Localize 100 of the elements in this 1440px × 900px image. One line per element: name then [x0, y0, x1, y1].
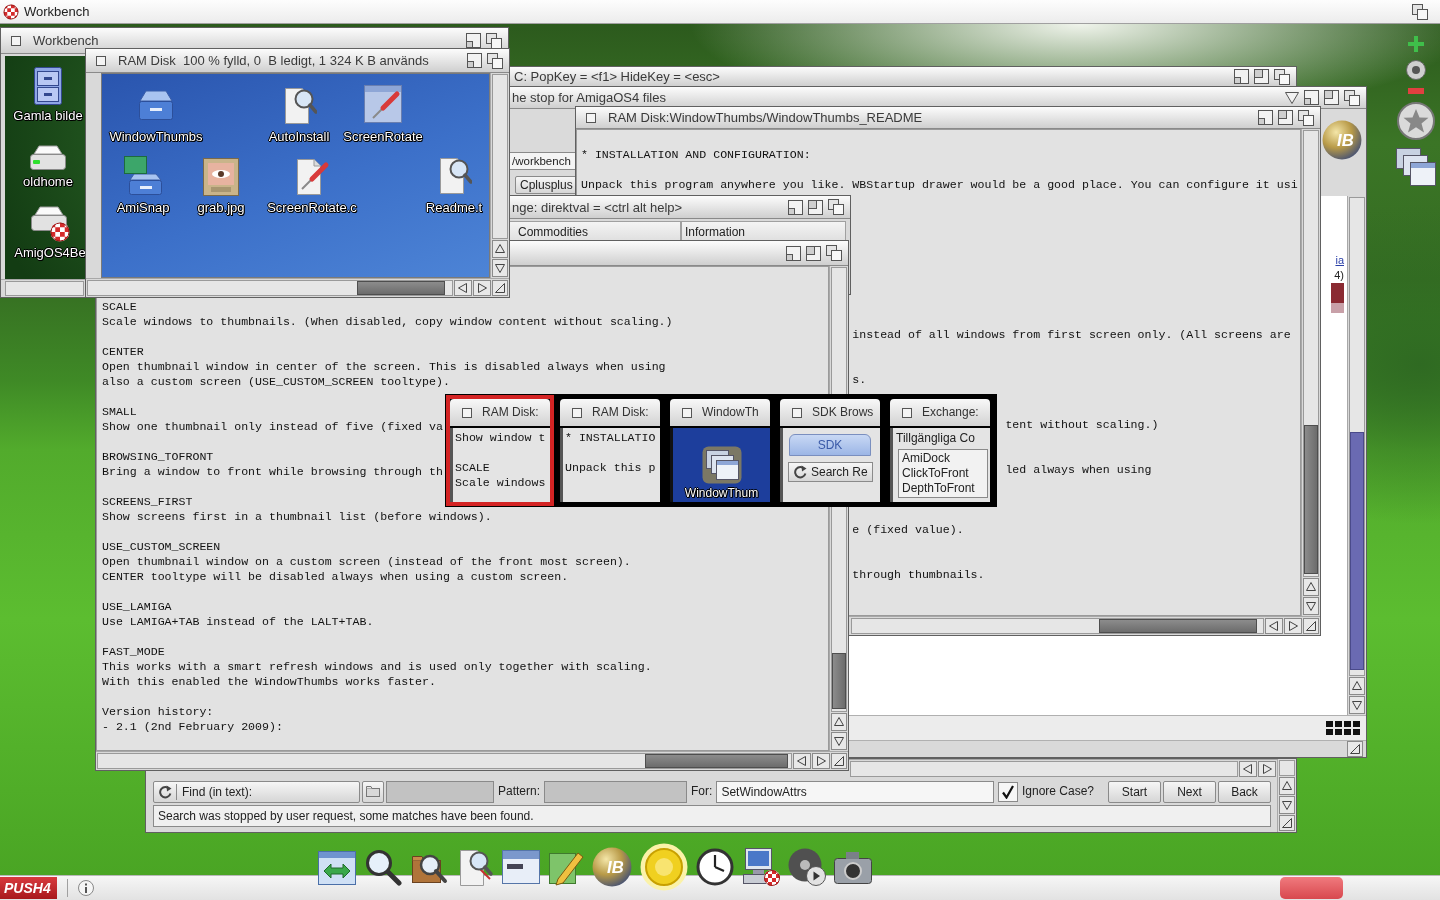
zoom-icon[interactable]	[1254, 69, 1269, 84]
iconify-icon[interactable]	[1258, 110, 1273, 125]
depth-icon[interactable]	[1298, 109, 1314, 126]
scrollbar-knob[interactable]	[357, 281, 445, 295]
iconify-icon[interactable]	[786, 245, 801, 261]
depth-icon[interactable]	[487, 52, 503, 69]
depth-icon[interactable]	[1344, 89, 1360, 106]
scroll-right-icon[interactable]	[1258, 761, 1276, 777]
media-disc-icon[interactable]	[788, 848, 826, 886]
icon-label[interactable]: AmiSnap	[116, 201, 170, 215]
scroll-left-icon[interactable]	[1239, 761, 1257, 777]
column-header[interactable]: Information	[681, 221, 846, 243]
search-field[interactable]: SetWindowAttrs	[716, 780, 994, 803]
scroll-up-icon[interactable]	[1303, 578, 1319, 596]
scrollbar-knob[interactable]	[645, 754, 788, 768]
zoom-icon[interactable]	[1324, 90, 1339, 105]
iconify-icon[interactable]	[467, 53, 482, 68]
scroll-down-icon[interactable]	[1279, 796, 1295, 814]
icon-label[interactable]: AmigOS4Be	[14, 246, 86, 260]
zoom-icon[interactable]	[806, 245, 821, 261]
drive-icon[interactable]	[30, 206, 70, 242]
iconify-icon[interactable]	[1304, 90, 1319, 105]
link[interactable]: ia	[1335, 253, 1344, 267]
close-icon[interactable]	[96, 55, 106, 66]
icon-label[interactable]: grab.jpg	[197, 201, 245, 215]
cycle-button[interactable]: Find (in text):	[153, 780, 360, 803]
resize-icon[interactable]	[1347, 741, 1363, 757]
depth-icon[interactable]	[826, 245, 842, 261]
dropdown-icon[interactable]	[1285, 91, 1299, 104]
clock-icon[interactable]	[696, 848, 734, 886]
scroll-right-icon[interactable]	[473, 280, 491, 296]
back-button[interactable]: Back	[1218, 780, 1271, 803]
zoom-icon[interactable]	[1278, 110, 1293, 125]
horizontal-scrollbar[interactable]	[5, 281, 84, 296]
vertical-scrollbar[interactable]	[492, 74, 508, 239]
scrollbar-knob[interactable]	[1098, 619, 1257, 633]
taskbar-logo[interactable]: PUSH4	[0, 877, 57, 899]
scroll-left-icon[interactable]	[1265, 618, 1283, 634]
horizontal-scrollbar[interactable]	[97, 753, 792, 769]
scroll-up-icon[interactable]	[831, 713, 847, 731]
image-file-icon[interactable]	[203, 158, 239, 196]
plus-icon[interactable]	[1408, 36, 1424, 52]
close-icon[interactable]	[586, 112, 596, 123]
shell-window-icon[interactable]	[502, 850, 540, 884]
scroll-up-icon[interactable]	[1349, 677, 1365, 695]
icon-label[interactable]: oldhome	[23, 175, 73, 189]
scroll-up-icon[interactable]	[1279, 777, 1295, 795]
scroll-down-icon[interactable]	[1349, 696, 1365, 714]
window-screwdriver-icon[interactable]	[364, 85, 402, 123]
scroll-left-icon[interactable]	[793, 753, 811, 769]
search-icon[interactable]	[364, 848, 402, 886]
iconify-icon[interactable]	[788, 199, 803, 215]
resize-icon[interactable]	[1303, 618, 1319, 634]
icon-label[interactable]: Gamla bilde	[13, 109, 83, 123]
resize-icon[interactable]	[831, 753, 847, 769]
file-button[interactable]	[362, 780, 384, 803]
horizontal-scrollbar[interactable]	[850, 761, 1238, 777]
info-icon[interactable]	[77, 880, 94, 896]
depth-icon[interactable]	[486, 32, 502, 49]
scroll-down-icon[interactable]	[492, 259, 508, 277]
icon-label[interactable]: Readme.t	[425, 201, 483, 215]
window-thumbnail[interactable]: RAM Disk: Show window t SCALE Scale windows	[446, 395, 554, 506]
scrollbar-knob[interactable]	[1350, 431, 1364, 671]
disc-icon[interactable]	[1406, 60, 1426, 80]
depth-icon[interactable]	[1412, 3, 1428, 20]
window-arrows-icon[interactable]	[318, 849, 356, 885]
resize-icon[interactable]	[1279, 815, 1295, 831]
depth-icon[interactable]	[1274, 68, 1290, 85]
column-header[interactable]: Commodities	[509, 221, 681, 243]
glowing-disc-icon[interactable]	[640, 843, 688, 891]
scroll-right-icon[interactable]	[812, 753, 830, 769]
horizontal-scrollbar[interactable]	[87, 280, 453, 296]
scrollbar-knob[interactable]	[1304, 424, 1318, 574]
icon-label[interactable]: ScreenRotate.c	[267, 201, 357, 215]
iconify-icon[interactable]	[1234, 69, 1249, 84]
hotlist-button[interactable]: Cplusplus	[515, 176, 578, 194]
scroll-down-icon[interactable]	[831, 732, 847, 750]
camera-icon[interactable]	[834, 850, 872, 884]
checkbox[interactable]	[997, 781, 1018, 802]
scroll-right-icon[interactable]	[1284, 618, 1302, 634]
icon-label[interactable]: WindowThumbs	[109, 130, 203, 144]
scroll-down-icon[interactable]	[1303, 597, 1319, 615]
scroll-up-icon[interactable]	[492, 240, 508, 258]
drawer-icon[interactable]	[124, 156, 162, 196]
drawer-icon[interactable]	[138, 89, 174, 121]
vertical-scrollbar[interactable]	[1349, 197, 1365, 676]
computer-icon[interactable]	[742, 847, 780, 887]
window-stack-icon[interactable]	[1396, 148, 1436, 186]
depth-icon[interactable]	[828, 199, 844, 215]
drive-icon[interactable]	[29, 145, 67, 171]
start-button[interactable]: Start	[1108, 780, 1161, 803]
horizontal-scrollbar[interactable]	[851, 618, 1264, 634]
vertical-scrollbar[interactable]	[1279, 760, 1295, 776]
icon-label[interactable]: AutoInstall	[268, 130, 330, 144]
close-icon[interactable]	[11, 35, 21, 46]
zoom-icon[interactable]	[808, 199, 823, 215]
iconify-icon[interactable]	[466, 33, 481, 48]
grid-icon[interactable]	[1326, 721, 1360, 735]
vertical-scrollbar[interactable]	[1303, 130, 1319, 577]
resize-icon[interactable]	[492, 280, 508, 296]
